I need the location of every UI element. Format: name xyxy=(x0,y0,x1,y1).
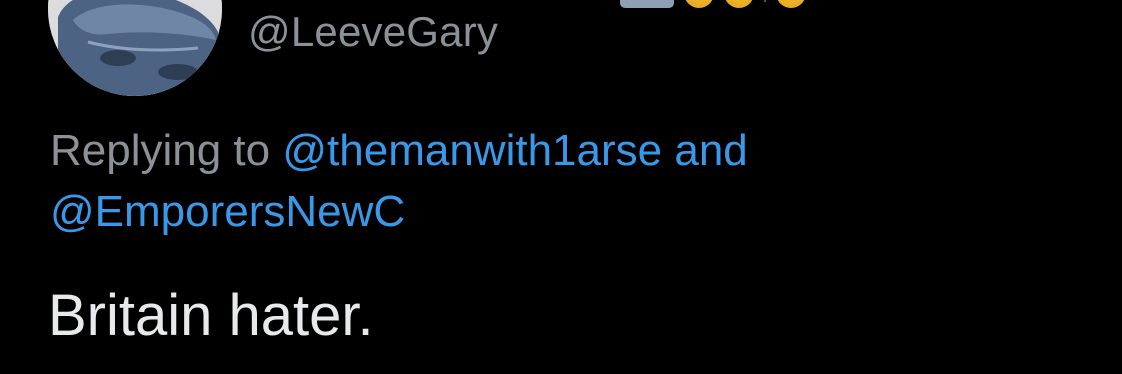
replying-to-line: Replying to @themanwith1arse and @Empore… xyxy=(50,120,1090,242)
mention-link-1[interactable]: @themanwith1arse xyxy=(282,126,662,175)
emoji-icon xyxy=(776,0,806,8)
avatar-image xyxy=(48,0,222,96)
replying-to-conjunction: and xyxy=(674,126,748,175)
author-handle[interactable]: @LeeveGary xyxy=(248,8,498,56)
author-avatar[interactable] xyxy=(48,0,222,96)
mention-link-2[interactable]: @EmporersNewC xyxy=(50,187,405,236)
separator-mark xyxy=(764,0,766,2)
flag-badge-icon xyxy=(620,0,674,8)
replying-to-prefix: Replying to xyxy=(50,126,271,175)
display-name-row xyxy=(620,0,806,8)
emoji-icon xyxy=(684,0,714,8)
tweet-body-text: Britain hater. xyxy=(48,283,374,348)
emoji-icon xyxy=(724,0,754,8)
